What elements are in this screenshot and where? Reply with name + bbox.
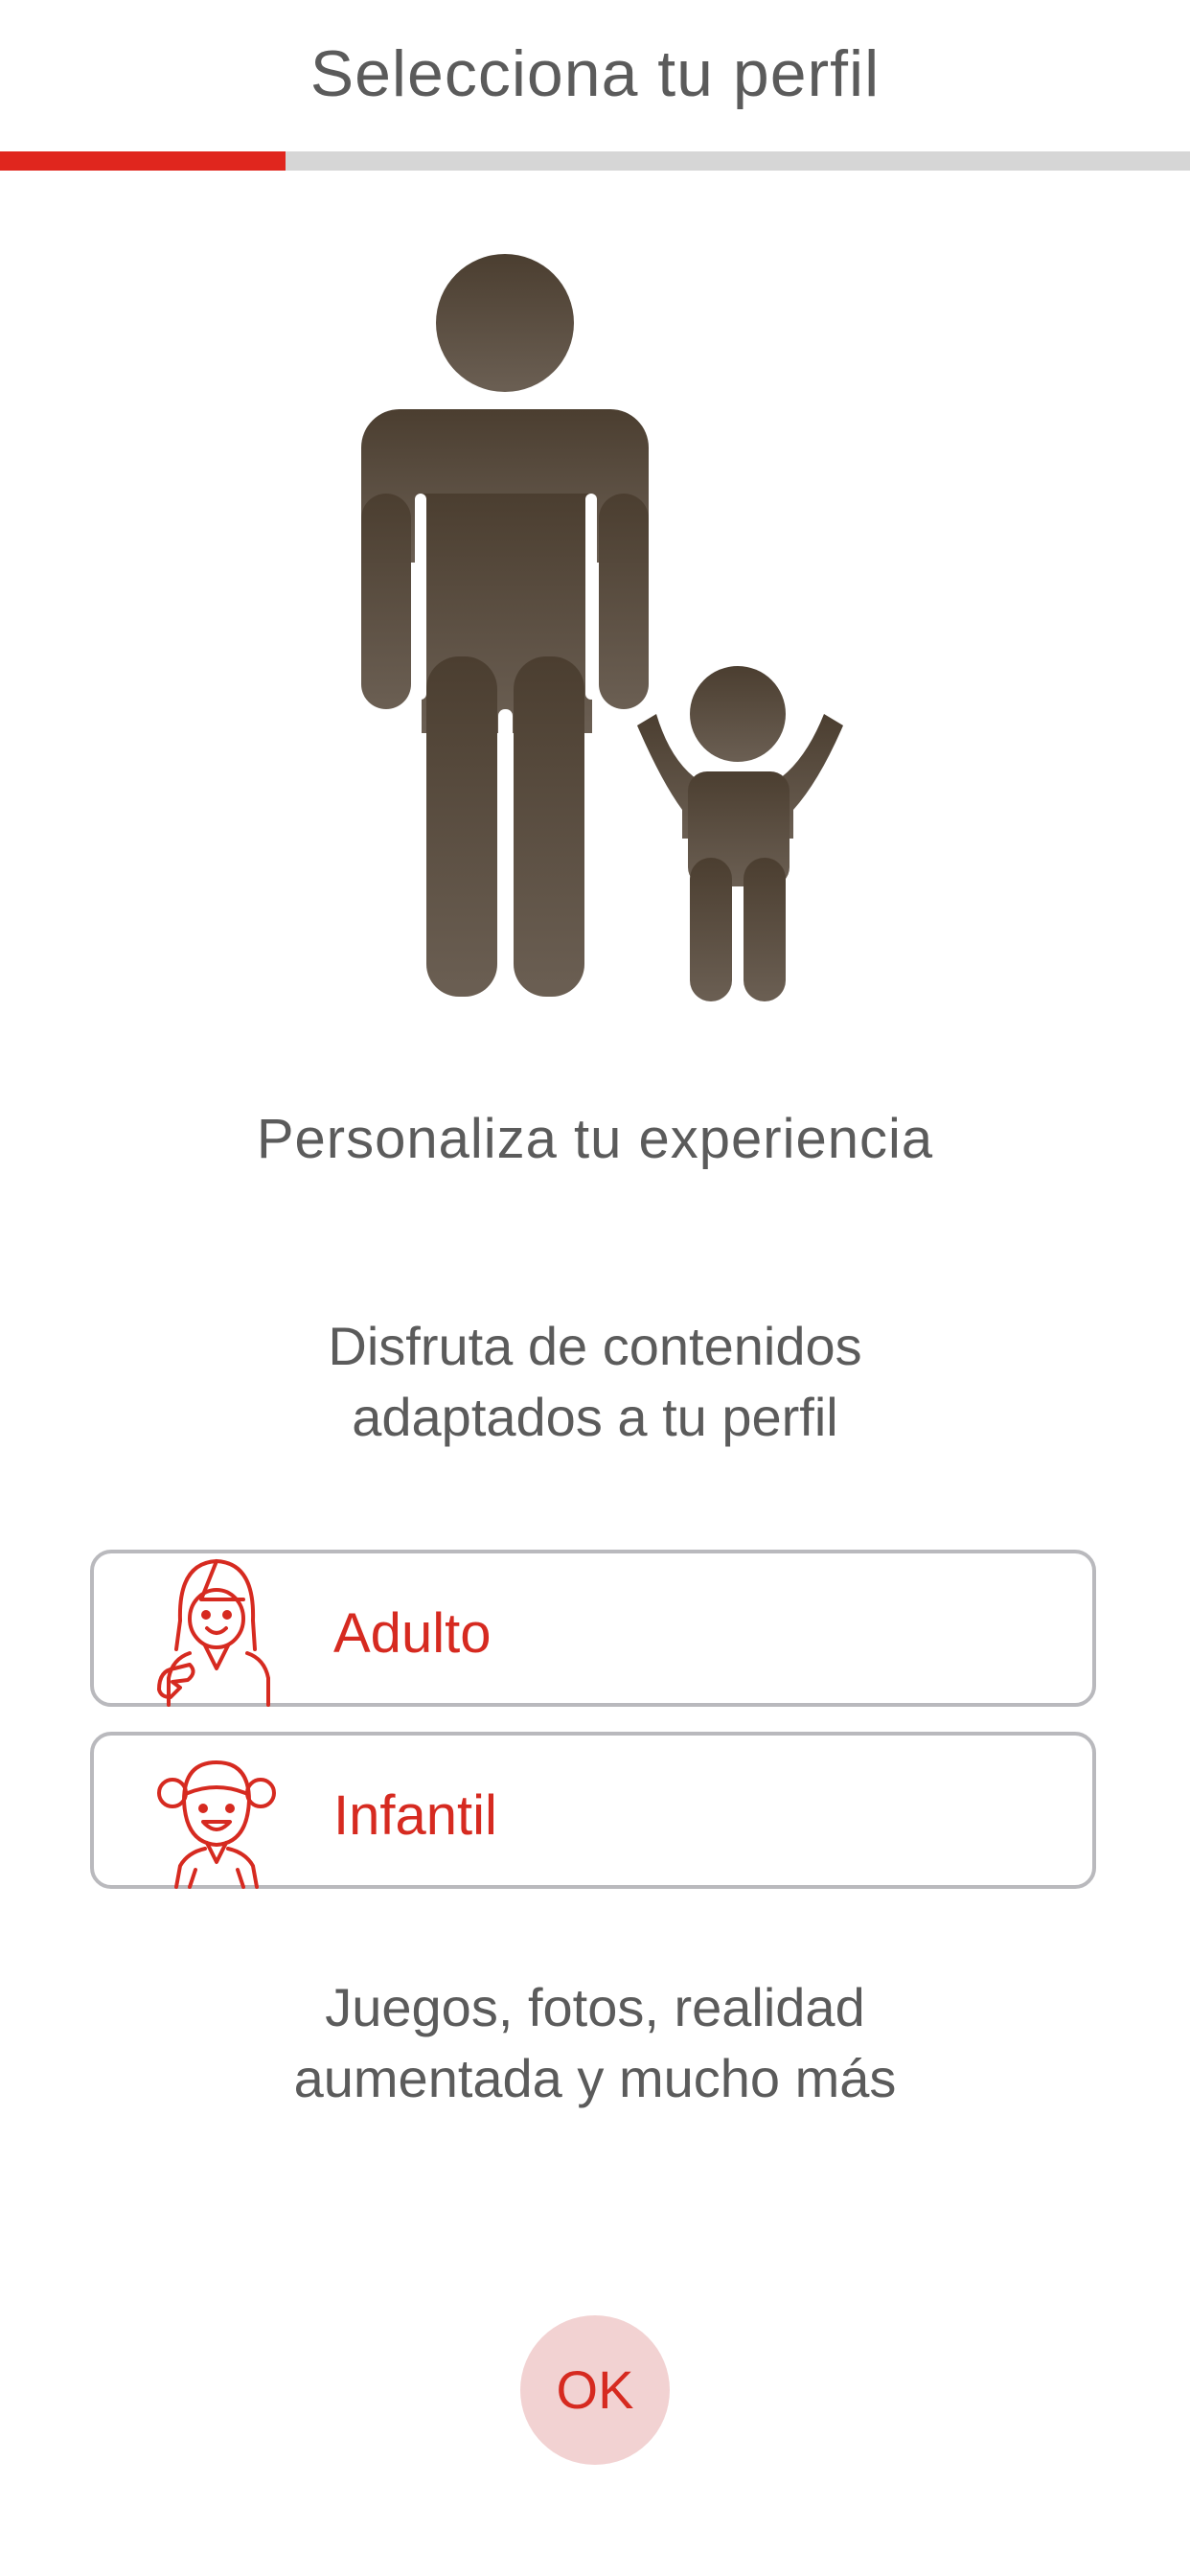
ok-button[interactable]: OK bbox=[520, 2315, 670, 2465]
profile-option-label: Infantil bbox=[333, 1784, 497, 1847]
footer-text: Juegos, fotos, realidad aumentada y much… bbox=[192, 1972, 998, 2114]
description-line: adaptados a tu perfil bbox=[352, 1387, 838, 1447]
section-heading: Personaliza tu experiencia bbox=[256, 1108, 934, 1170]
footer-line: Juegos, fotos, realidad bbox=[325, 1977, 865, 2037]
footer-line: aumentada y mucho más bbox=[293, 2048, 897, 2108]
progress-bar bbox=[0, 151, 1190, 171]
description-text: Disfruta de contenidos adaptados a tu pe… bbox=[192, 1311, 998, 1453]
child-girl-icon bbox=[157, 1760, 276, 1889]
description-line: Disfruta de contenidos bbox=[328, 1316, 862, 1376]
profile-option-adulto[interactable]: Adulto bbox=[90, 1550, 1096, 1707]
progress-bar-fill bbox=[0, 151, 286, 171]
adult-woman-icon bbox=[157, 1559, 270, 1707]
profile-option-infantil[interactable]: Infantil bbox=[90, 1732, 1096, 1889]
page-title: Selecciona tu perfil bbox=[309, 37, 881, 110]
parent-child-icon bbox=[361, 254, 843, 1001]
profile-option-label: Adulto bbox=[333, 1602, 492, 1665]
